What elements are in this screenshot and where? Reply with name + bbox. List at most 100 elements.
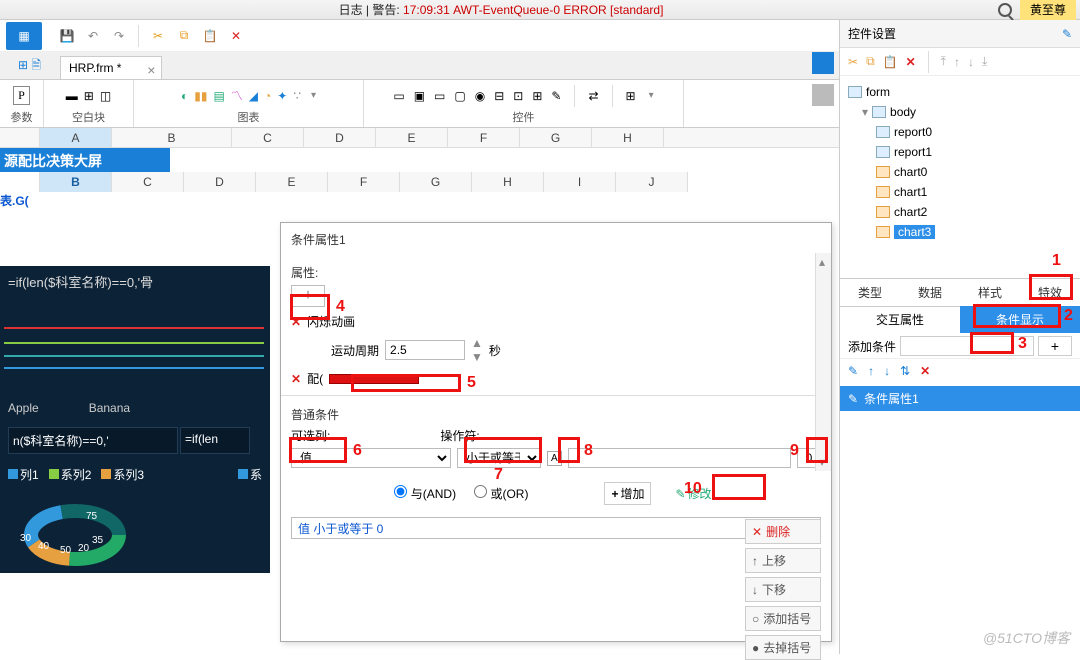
col-header[interactable]: E: [256, 172, 328, 192]
app-logo-icon[interactable]: ▦: [6, 22, 42, 50]
condition-item[interactable]: ✎ 条件属性1: [840, 386, 1080, 411]
redo-icon[interactable]: ↷: [108, 25, 130, 47]
file-tab[interactable]: HRP.frm * ×: [60, 56, 162, 79]
username-badge[interactable]: 黄至尊: [1020, 0, 1076, 20]
col-header[interactable]: I: [544, 172, 616, 192]
move-bottom-icon[interactable]: ⤓: [982, 54, 987, 69]
sheet-corner[interactable]: [0, 128, 40, 147]
delete-icon[interactable]: ✕: [906, 55, 916, 69]
tree-node-report1[interactable]: report1: [848, 142, 1072, 162]
tab-style[interactable]: 样式: [960, 279, 1020, 306]
copy-icon[interactable]: ⧉: [866, 54, 875, 69]
col-header[interactable]: F: [328, 172, 400, 192]
move-down-icon[interactable]: ↓: [884, 364, 890, 378]
scroll-down-icon[interactable]: ▾: [819, 455, 825, 469]
title-cell[interactable]: 源配比决策大屏: [0, 148, 170, 172]
scatter-chart-icon[interactable]: ∵: [293, 89, 301, 103]
chevron-down-icon[interactable]: ▾: [311, 90, 316, 101]
move-up-icon[interactable]: ↑: [868, 364, 874, 378]
tree-node-chart2[interactable]: chart2: [848, 202, 1072, 222]
ctrl5-icon[interactable]: ◉: [475, 89, 485, 103]
col-header[interactable]: G: [400, 172, 472, 192]
col-header[interactable]: H: [472, 172, 544, 192]
spin-up-icon[interactable]: ▲: [471, 336, 483, 350]
condition-list-item[interactable]: 值 小于或等于 0: [291, 517, 821, 539]
close-icon[interactable]: ×: [147, 63, 155, 77]
move-down-button[interactable]: ↓ 下移: [745, 577, 821, 602]
panel-toggle-icon[interactable]: [812, 52, 834, 74]
tab-mode-icon[interactable]: ⊞ 🗎: [18, 56, 41, 77]
delete-icon[interactable]: ✕: [225, 25, 247, 47]
color-swatch[interactable]: [329, 374, 419, 384]
gauge-chart-icon[interactable]: ◔: [264, 89, 271, 103]
block1-icon[interactable]: ▬: [66, 89, 78, 103]
copy-icon[interactable]: ⧉: [173, 25, 195, 47]
radar-chart-icon[interactable]: ✦: [277, 89, 287, 103]
undo-icon[interactable]: ↶: [82, 25, 104, 47]
tree-node-chart1[interactable]: chart1: [848, 182, 1072, 202]
ctrl6-icon[interactable]: ⊟: [494, 89, 504, 103]
delete-button[interactable]: ✕ 删除: [745, 519, 821, 544]
search-icon[interactable]: [998, 3, 1012, 17]
col-header[interactable]: J: [616, 172, 688, 192]
tree-node-body[interactable]: ▾body: [848, 102, 1072, 122]
panel-toggle-icon[interactable]: [812, 84, 834, 106]
subtab-interact[interactable]: 交互属性: [840, 306, 960, 333]
move-down-icon[interactable]: ↓: [968, 55, 974, 69]
col-header[interactable]: D: [304, 128, 376, 147]
tree-node-chart3[interactable]: chart3: [848, 222, 1072, 242]
ctrl7-icon[interactable]: ⊡: [513, 89, 523, 103]
ctrl10-icon[interactable]: ⇄: [588, 89, 598, 103]
bar-chart-icon[interactable]: ▮▮: [194, 89, 207, 103]
add-paren-button[interactable]: ○ 添加括号: [745, 606, 821, 631]
paste-icon[interactable]: 📋: [883, 55, 898, 69]
tree-node-chart0[interactable]: chart0: [848, 162, 1072, 182]
tree-node-form[interactable]: form: [848, 82, 1072, 102]
ctrl1-icon[interactable]: ▭: [393, 89, 404, 103]
col-header[interactable]: C: [112, 172, 184, 192]
edit-pen-icon[interactable]: ✎: [1062, 27, 1072, 41]
hbar-chart-icon[interactable]: ▤: [213, 89, 224, 103]
add-condition-button[interactable]: +: [1038, 336, 1072, 356]
save-icon[interactable]: 💾: [56, 25, 78, 47]
cut-icon[interactable]: ✂: [848, 55, 858, 69]
ctrl3-icon[interactable]: ▭: [434, 89, 445, 103]
ctrl9-icon[interactable]: ✎: [551, 89, 561, 103]
tab-effects[interactable]: 特效: [1020, 279, 1080, 306]
or-radio[interactable]: 或(OR): [474, 485, 528, 502]
paste-icon[interactable]: 📋: [199, 25, 221, 47]
line-chart-icon[interactable]: 〽: [231, 87, 243, 104]
col-header[interactable]: C: [232, 128, 304, 147]
remove-anim-icon[interactable]: ✕: [291, 315, 301, 329]
col-header[interactable]: E: [376, 128, 448, 147]
col-header[interactable]: B: [40, 172, 112, 192]
add-attr-button[interactable]: +: [291, 285, 325, 307]
ctrl11-icon[interactable]: ⊞: [626, 89, 636, 103]
scrollbar[interactable]: ▴ ▾: [815, 253, 831, 471]
col-header[interactable]: F: [448, 128, 520, 147]
col-header[interactable]: A: [40, 128, 112, 147]
column-select[interactable]: 值: [291, 448, 451, 468]
value-input[interactable]: [568, 448, 791, 468]
sort-icon[interactable]: ⇅: [900, 364, 910, 378]
operator-select[interactable]: 小于或等于: [457, 448, 541, 468]
add-condition-input[interactable]: [900, 336, 1034, 356]
pie-chart-icon[interactable]: ◐: [181, 89, 188, 103]
subtab-cond-display[interactable]: 条件显示: [960, 306, 1080, 333]
tab-data[interactable]: 数据: [900, 279, 960, 306]
cycle-input[interactable]: [385, 340, 465, 360]
cut-icon[interactable]: ✂: [147, 25, 169, 47]
block2-icon[interactable]: ⊞: [84, 89, 94, 103]
ctrl4-icon[interactable]: ▢: [454, 89, 465, 103]
move-top-icon[interactable]: ⤒: [941, 54, 946, 69]
chevron-down-icon[interactable]: ▾: [649, 90, 654, 101]
edit-icon[interactable]: ✎: [848, 364, 858, 378]
scroll-up-icon[interactable]: ▴: [819, 255, 825, 269]
delete-icon[interactable]: ✕: [920, 364, 930, 378]
ctrl8-icon[interactable]: ⊞: [532, 89, 542, 103]
ctrl2-icon[interactable]: ▣: [414, 89, 425, 103]
tab-type[interactable]: 类型: [840, 279, 900, 306]
tree-node-report0[interactable]: report0: [848, 122, 1072, 142]
col-header[interactable]: D: [184, 172, 256, 192]
area-chart-icon[interactable]: ◢: [249, 89, 258, 103]
